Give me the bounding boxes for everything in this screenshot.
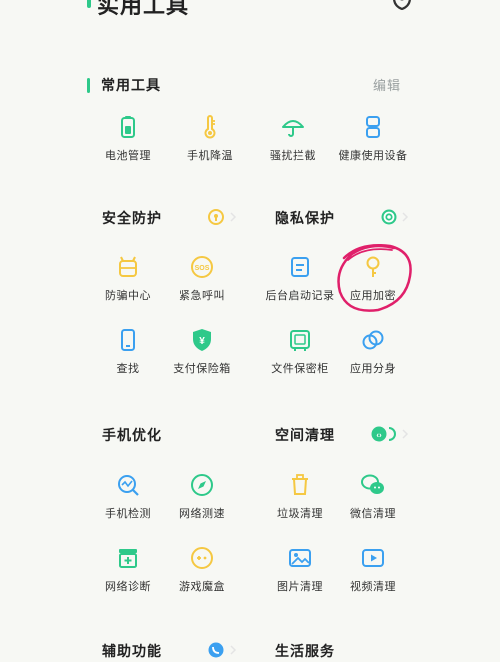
tool-label: 电池管理 (105, 149, 151, 162)
play-icon (362, 549, 384, 567)
briefcase-icon (119, 549, 137, 568)
chevron-right-icon (230, 645, 237, 655)
key-icon (366, 256, 380, 277)
page-header: 实用工具 (0, 0, 500, 20)
chevron-right-icon (230, 212, 237, 222)
svg-text:‹›: ‹› (376, 431, 382, 440)
section-life: 生活服务 (275, 641, 335, 661)
tool-clone[interactable]: 应用分身 (328, 328, 418, 376)
tool-sos[interactable]: SOS 紧急呼叫 (157, 255, 247, 303)
security-badge-icon[interactable] (207, 208, 225, 226)
shield-yen-icon: ¥ (193, 329, 211, 351)
tool-label: 网络测速 (179, 507, 225, 520)
section-title: 手机优化 (102, 428, 162, 444)
battery-icon (121, 116, 135, 138)
assist-badge-icon[interactable] (207, 641, 225, 659)
section-privacy: 隐私保护 (275, 208, 335, 228)
tool-gamebox[interactable]: 游戏魔盒 (157, 546, 247, 594)
section-optimize: 手机优化 (102, 425, 162, 445)
tool-applock[interactable]: 应用加密 (328, 255, 418, 303)
tool-paysafe[interactable]: ¥ 支付保险箱 (157, 328, 247, 376)
tool-label: 手机降温 (187, 149, 233, 162)
section-assist: 辅助功能 (102, 641, 162, 661)
tool-cooling[interactable]: 手机降温 (165, 115, 255, 163)
tool-video[interactable]: 视频清理 (328, 546, 418, 594)
section-title: 辅助功能 (102, 644, 162, 660)
section-title: 隐私保护 (275, 211, 335, 227)
section-title: 安全防护 (102, 211, 162, 227)
section-title: 生活服务 (275, 644, 335, 660)
chevron-right-icon (402, 212, 409, 222)
tool-health[interactable]: 健康使用设备 (328, 115, 418, 163)
section-accent-bar (87, 77, 90, 93)
image-icon (289, 549, 311, 567)
tool-netspeed[interactable]: 网络测速 (157, 473, 247, 521)
section-clean: 空间清理 (275, 425, 335, 445)
tool-label: 健康使用设备 (338, 149, 408, 162)
thermometer-icon (204, 115, 216, 139)
gamepad-icon (191, 547, 213, 569)
umbrella-icon (282, 120, 304, 137)
tool-label: 应用分身 (350, 362, 396, 375)
tool-battery[interactable]: 电池管理 (83, 115, 173, 163)
tool-label: 游戏魔盒 (179, 580, 225, 593)
document-icon (291, 257, 309, 277)
header-accent-bar (87, 0, 91, 8)
tool-block[interactable]: 骚扰拦截 (248, 115, 338, 163)
privacy-badge-icon[interactable] (380, 208, 398, 226)
trash-icon (292, 474, 308, 495)
compass-icon (191, 474, 213, 496)
clean-badge-icon[interactable]: ‹› (371, 425, 397, 443)
section-title: 常用工具 (101, 78, 161, 94)
svg-text:SOS: SOS (195, 265, 210, 272)
clone-icon (362, 330, 384, 350)
magnifier-icon (118, 475, 139, 496)
edit-button[interactable]: 编辑 (373, 75, 401, 94)
section-security: 安全防护 (102, 208, 162, 228)
tool-label: 支付保险箱 (173, 362, 231, 375)
section-common-tools: 常用工具 (87, 75, 161, 95)
tool-label: 视频清理 (350, 580, 396, 593)
robot-icon (119, 256, 137, 277)
svg-text:¥: ¥ (199, 336, 205, 347)
safe-icon (290, 330, 310, 351)
page-title: 实用工具 (97, 0, 190, 19)
tool-label: 紧急呼叫 (179, 289, 225, 302)
tool-label: 骚扰拦截 (270, 149, 316, 162)
hourglass-icon (366, 116, 380, 138)
tool-label: 微信清理 (350, 507, 396, 520)
shield-settings-icon[interactable] (391, 0, 413, 10)
section-title: 空间清理 (275, 428, 335, 444)
wechat-icon (361, 474, 384, 494)
tool-label: 应用加密 (350, 289, 396, 302)
sos-icon: SOS (191, 256, 213, 278)
phone-icon (121, 329, 135, 351)
chevron-right-icon (402, 429, 409, 439)
tool-wechat[interactable]: 微信清理 (328, 473, 418, 521)
